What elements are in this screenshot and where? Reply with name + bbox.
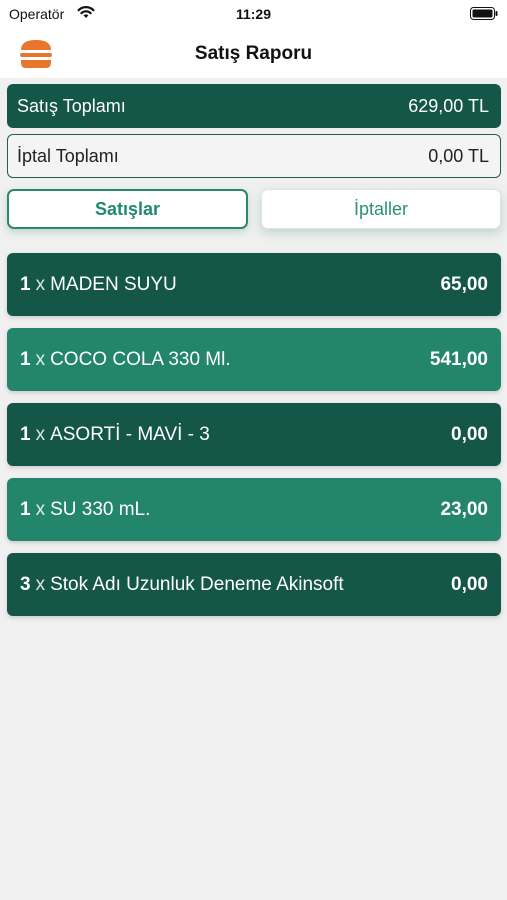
sales-total-label: Satış Toplamı: [17, 95, 126, 116]
list-item[interactable]: 1 x SU 330 mL. 23,00: [7, 478, 501, 541]
item-quantity: 1: [20, 273, 31, 295]
sales-total-value: 629,00 TL: [408, 95, 489, 116]
clock: 11:29: [235, 6, 272, 22]
item-amount: 0,00: [451, 423, 488, 445]
times-symbol: x: [35, 348, 46, 370]
navigation-bar: Satış Raporu: [0, 30, 507, 78]
tab-cancels[interactable]: İptaller: [261, 189, 501, 229]
cancel-total-label: İptal Toplamı: [17, 145, 119, 166]
item-name: ASORTİ - MAVİ - 3: [50, 423, 210, 445]
item-amount: 0,00: [451, 573, 488, 595]
list-item[interactable]: 3 x Stok Adı Uzunluk Deneme Akinsoft 0,0…: [7, 553, 501, 616]
page-title: Satış Raporu: [194, 43, 313, 64]
item-amount: 65,00: [440, 273, 488, 295]
item-quantity: 3: [20, 573, 31, 595]
sales-total-row: Satış Toplamı 629,00 TL: [7, 84, 501, 128]
item-name: SU 330 mL.: [50, 498, 151, 520]
item-quantity: 1: [20, 348, 31, 370]
list-item[interactable]: 1 x MADEN SUYU 65,00: [7, 253, 501, 316]
screen: Operatör 11:29 Satış Raporu Satış Toplam…: [0, 0, 507, 900]
item-name: COCO COLA 330 Ml.: [50, 348, 231, 370]
list-item[interactable]: 1 x ASORTİ - MAVİ - 3 0,00: [7, 403, 501, 466]
times-symbol: x: [35, 573, 46, 595]
item-quantity: 1: [20, 423, 31, 445]
tab-sales[interactable]: Satışlar: [7, 189, 248, 229]
item-amount: 541,00: [429, 348, 488, 370]
times-symbol: x: [35, 423, 46, 445]
status-bar: Operatör 11:29: [0, 0, 507, 30]
cancel-total-value: 0,00 TL: [428, 145, 489, 166]
battery-icon: [470, 7, 498, 20]
times-symbol: x: [35, 273, 46, 295]
cancel-total-row: İptal Toplamı 0,00 TL: [7, 134, 501, 178]
list-item[interactable]: 1 x COCO COLA 330 Ml. 541,00: [7, 328, 501, 391]
item-name: MADEN SUYU: [50, 273, 177, 295]
times-symbol: x: [35, 498, 46, 520]
item-name: Stok Adı Uzunluk Deneme Akinsoft: [50, 573, 344, 595]
item-amount: 23,00: [440, 498, 488, 520]
item-quantity: 1: [20, 498, 31, 520]
